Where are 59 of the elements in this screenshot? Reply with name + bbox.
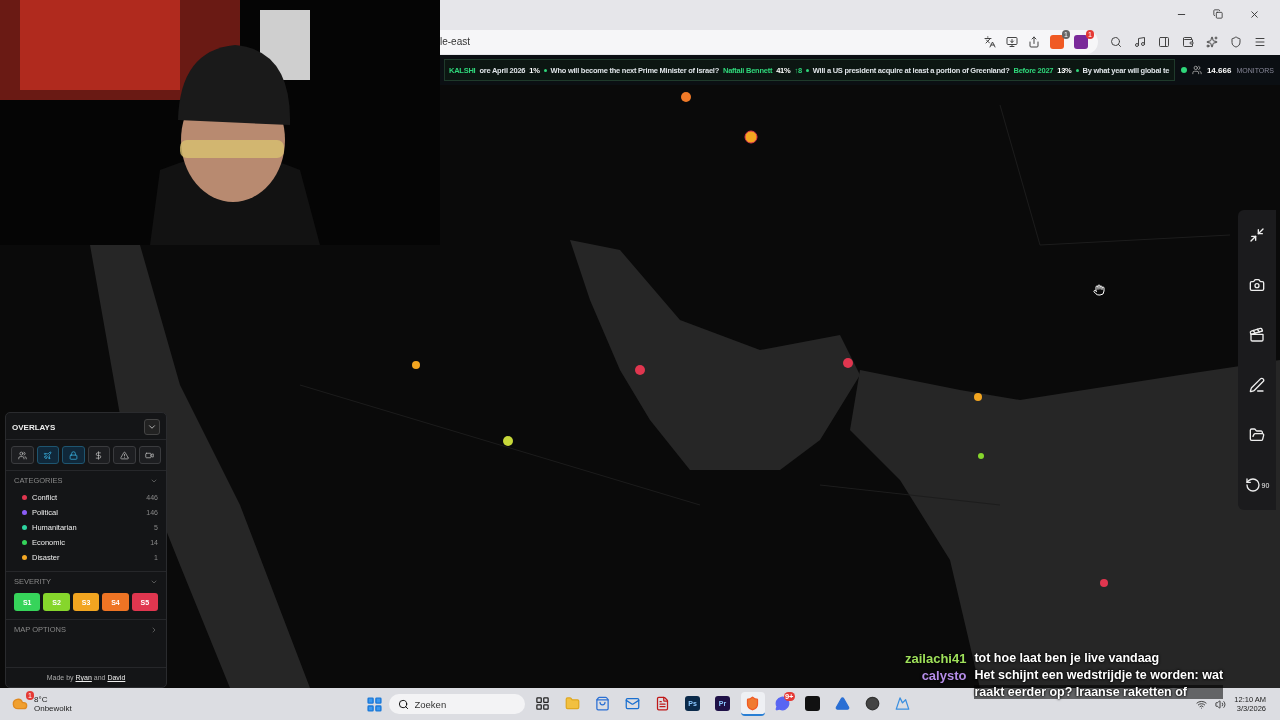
video-icon: [145, 450, 155, 460]
start-icon[interactable]: [365, 695, 383, 713]
camera-icon: [1249, 277, 1265, 293]
menu-icon[interactable]: [1254, 35, 1266, 48]
weather-condition: Onbewolkt: [34, 704, 72, 713]
panel-title: OVERLAYS: [12, 422, 56, 432]
sidebar-icon[interactable]: [1158, 35, 1170, 48]
chat-message: Het schijnt een wedstrijdje te worden: wat: [974, 668, 1224, 683]
mail-icon: [625, 695, 640, 711]
overlay-toggle[interactable]: [138, 446, 161, 464]
pen-icon: [1249, 377, 1265, 393]
install-icon[interactable]: [1006, 35, 1018, 48]
chat-username: zailachi41: [905, 651, 967, 666]
mountain-icon: [895, 695, 910, 711]
share-icon[interactable]: [1028, 35, 1040, 48]
wallet-icon[interactable]: [1182, 35, 1194, 48]
collapse-icon: [1249, 227, 1265, 243]
chat-message: tot hoe laat ben je live vandaag: [974, 651, 1161, 666]
restore-icon[interactable]: [1213, 9, 1223, 19]
tool-button[interactable]: [1247, 325, 1267, 345]
status-dot: [1180, 67, 1187, 73]
chevron-icon[interactable]: [150, 625, 158, 634]
overlay-toggle[interactable]: [36, 446, 59, 464]
alert-icon: [119, 450, 129, 460]
video-camera-icon: [1249, 327, 1265, 343]
document-icon: [655, 695, 670, 711]
url-text: le-east: [440, 36, 471, 47]
chat-username: calysto: [920, 668, 967, 683]
wifi-icon[interactable]: [1196, 698, 1208, 710]
chat-message: raakt eerder op? Iraanse raketten of: [974, 685, 1224, 699]
app-icon: [805, 695, 820, 711]
folder-icon: [565, 695, 580, 711]
rotate-icon: [1244, 477, 1261, 493]
temperature: 8°C: [34, 695, 49, 704]
search-icon: [397, 699, 409, 710]
volume-icon[interactable]: [1215, 698, 1227, 710]
dollar-icon: [94, 450, 104, 460]
translate-icon[interactable]: [984, 35, 996, 48]
chevron-icon: [147, 422, 157, 432]
overlay-toggle[interactable]: [113, 446, 136, 464]
overlay-toggle[interactable]: [87, 446, 110, 464]
people-icon: [17, 450, 27, 460]
people-icon: [1191, 65, 1202, 75]
overlay-toggle[interactable]: [11, 446, 34, 464]
search-icon[interactable]: [1110, 35, 1122, 48]
overlay-toggle[interactable]: [62, 446, 85, 464]
music-icon[interactable]: [1134, 35, 1146, 48]
tool-button[interactable]: [1247, 375, 1267, 395]
task-view-icon: [535, 695, 550, 711]
circle-icon: [865, 695, 880, 711]
hand-cursor-icon: [1093, 284, 1105, 296]
monitor-count: 14.666: [1206, 65, 1232, 75]
lock-icon: [68, 450, 78, 460]
folder-icon: [1249, 427, 1265, 443]
sparkle-icon[interactable]: [1206, 35, 1218, 48]
plane-icon: [43, 450, 53, 460]
bag-icon: [595, 695, 610, 711]
search-field[interactable]: Zoeken: [388, 694, 525, 714]
close-icon[interactable]: [1249, 8, 1260, 20]
